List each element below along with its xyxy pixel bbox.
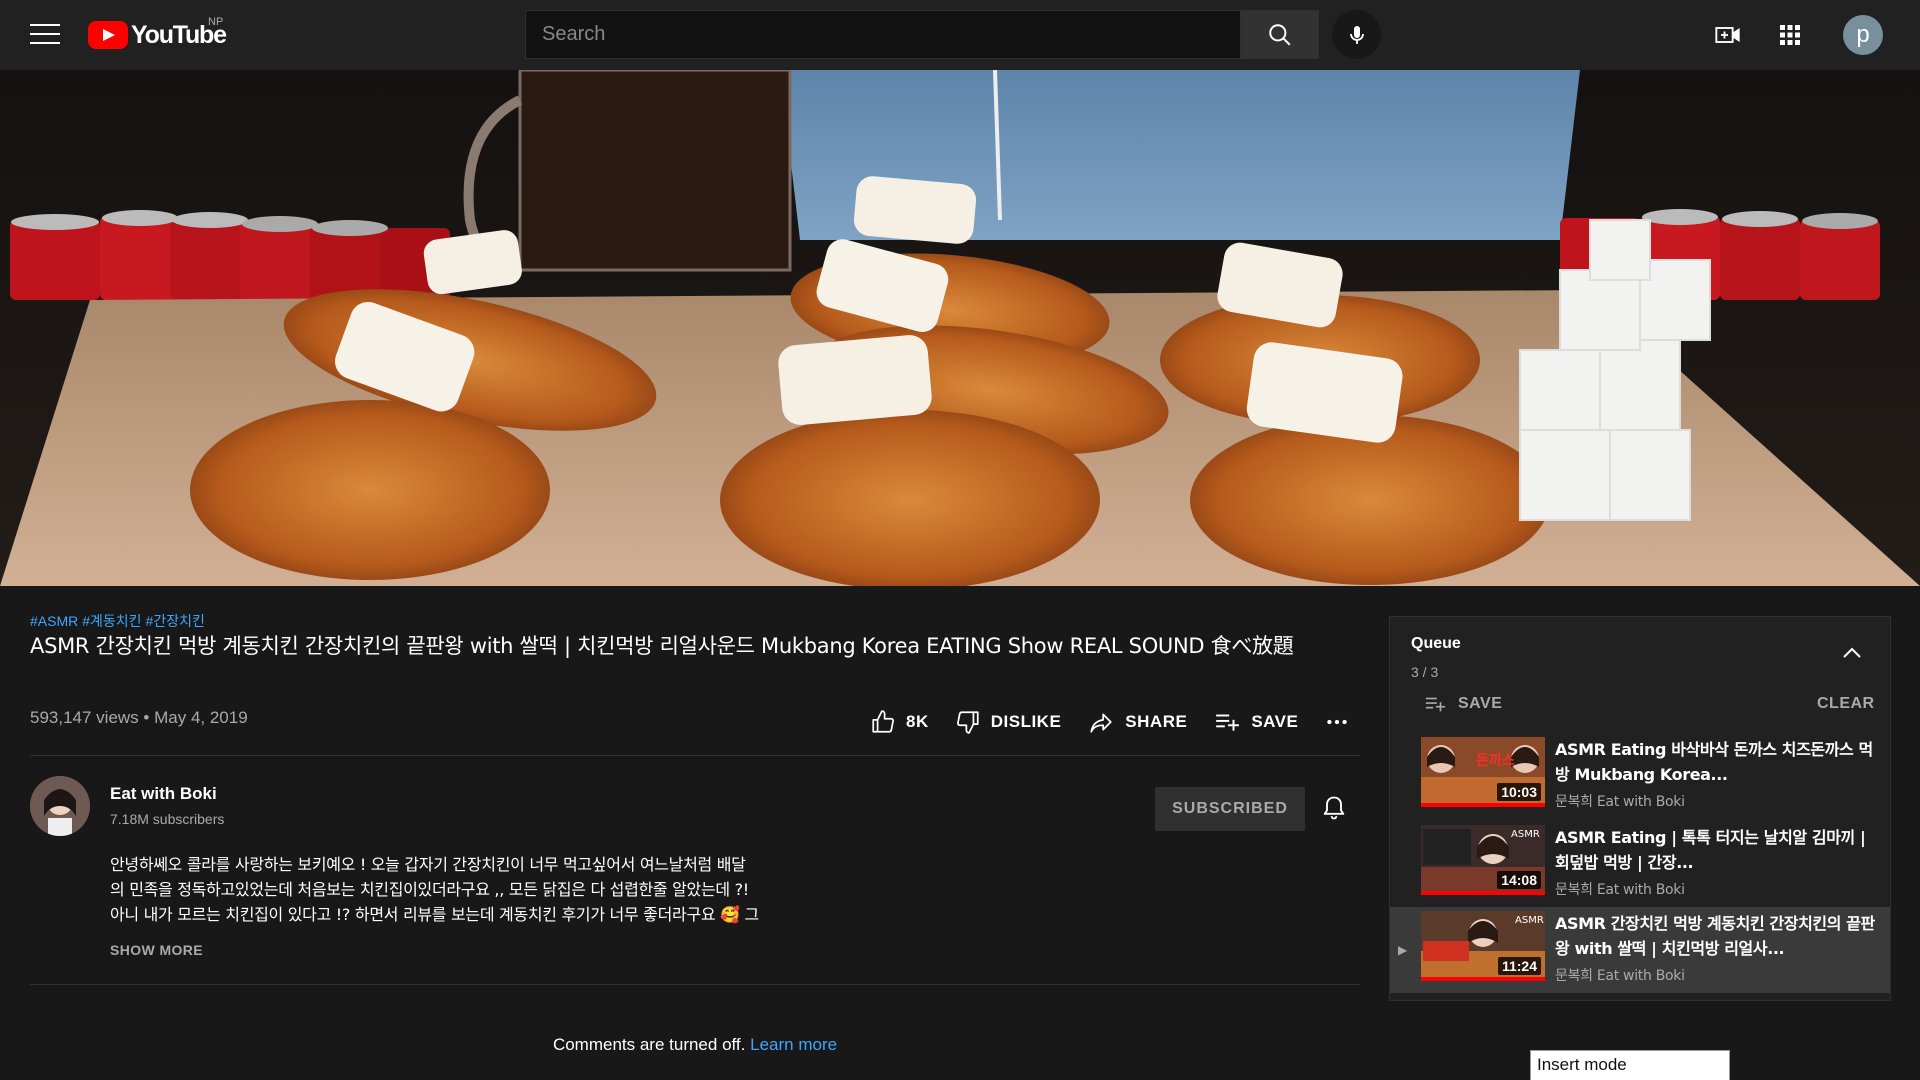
playlist-add-icon (1425, 697, 1446, 712)
thumbs-up-icon (872, 710, 894, 733)
dislike-label: DISLIKE (990, 712, 1062, 731)
divider (30, 984, 1360, 985)
video-description: 안녕하쎄오 콜라를 사랑하는 보키예오 ! 오늘 갑자기 간장치킨이 너무 먹고… (110, 855, 759, 924)
comments-off-text: Comments are turned off. (552, 1035, 746, 1054)
queue-panel: Queue 3 / 3 SAVE CLEAR 돈까스 10:03 ASMR Ea… (1389, 616, 1891, 1001)
queue-video-channel: 문복희 Eat with Boki (1555, 968, 1685, 984)
hashtag-link[interactable]: #간장치킨 (146, 613, 205, 629)
queue-save-label: SAVE (1458, 695, 1503, 712)
search-button[interactable] (1241, 10, 1319, 59)
video-duration: 11:24 (1497, 957, 1541, 975)
view-count: 593,147 views (30, 708, 139, 727)
youtube-logo[interactable]: YouTube (88, 21, 227, 49)
save-button[interactable]: SAVE (1213, 709, 1298, 735)
video-thumbnail: 돈까스 10:03 (1421, 737, 1545, 807)
queue-title: Queue (1411, 635, 1461, 652)
save-label: SAVE (1251, 712, 1299, 731)
notification-bell-icon[interactable] (1320, 793, 1348, 828)
account-avatar[interactable]: p (1843, 15, 1883, 55)
like-count: 8K (906, 712, 929, 731)
dislike-button[interactable]: DISLIKE (955, 709, 1062, 735)
queue-item[interactable]: 돈까스 10:03 ASMR Eating 바삭바삭 돈까스 치즈돈까스 먹방 … (1390, 733, 1890, 819)
queue-clear-button[interactable]: CLEAR (1817, 695, 1875, 713)
hashtags: #ASMR #계동치킨 #간장치킨 (30, 611, 209, 631)
queue-item-current[interactable]: ▶ ASMR 11:24 ASMR 간장치킨 먹방 계동치킨 간장치킨의 끝판왕… (1390, 907, 1890, 993)
playlist-add-icon (1216, 714, 1240, 731)
video-title: ASMR 간장치킨 먹방 계동치킨 간장치킨의 끝판왕 with 쌀떡 | 치킨… (30, 634, 1294, 658)
channel-avatar[interactable] (30, 776, 90, 836)
video-actions: 8K DISLIKE SHARE SAVE (870, 704, 1350, 740)
learn-more-link[interactable]: Learn more (750, 1035, 837, 1054)
queue-count: 3 / 3 (1411, 664, 1439, 680)
subscriber-count: 7.18M subscribers (110, 811, 225, 827)
watch-progress-bar (1421, 803, 1545, 807)
share-button[interactable]: SHARE (1087, 709, 1187, 735)
queue-video-title: ASMR Eating 바삭바삭 돈까스 치즈돈까스 먹방 Mukbang Ko… (1555, 740, 1873, 784)
like-button[interactable]: 8K (870, 709, 929, 735)
thumbnail-caption: ASMR (1511, 829, 1540, 840)
chevron-up-icon[interactable] (1842, 645, 1862, 664)
video-duration: 14:08 (1497, 871, 1541, 889)
video-thumbnail: ASMR 11:24 (1421, 911, 1545, 981)
channel-name[interactable]: Eat with Boki (110, 784, 217, 804)
play-logo-icon (88, 21, 128, 49)
mic-icon (1349, 25, 1364, 44)
insert-mode-indicator: Insert mode (1530, 1050, 1730, 1080)
masthead: YouTube NP p (0, 0, 1920, 70)
apps-grid-icon[interactable] (1775, 20, 1805, 50)
thumbs-down-icon (956, 711, 979, 734)
queue-video-channel: 문복희 Eat with Boki (1555, 794, 1685, 810)
create-video-icon[interactable] (1713, 20, 1743, 50)
queue-item[interactable]: ASMR 14:08 ASMR Eating | 톡톡 터지는 날치알 김마끼 … (1390, 821, 1890, 907)
search-icon (1269, 23, 1291, 45)
voice-search-button[interactable] (1332, 10, 1381, 59)
subscribe-button[interactable]: SUBSCRIBED (1155, 787, 1305, 831)
queue-video-channel: 문복희 Eat with Boki (1555, 882, 1685, 898)
watch-progress-bar (1421, 977, 1545, 981)
now-playing-icon: ▶ (1398, 943, 1408, 957)
hashtag-link[interactable]: #ASMR (30, 613, 78, 629)
show-more-button[interactable]: SHOW MORE (110, 942, 203, 958)
watch-progress-bar (1421, 891, 1545, 895)
thumbnail-caption: 돈까스 (1476, 753, 1515, 769)
meta-separator: • (143, 708, 155, 727)
menu-icon[interactable] (30, 24, 60, 46)
search-input[interactable] (525, 10, 1241, 59)
video-thumbnail: ASMR 14:08 (1421, 825, 1545, 895)
upload-date: May 4, 2019 (154, 708, 248, 727)
video-duration: 10:03 (1497, 783, 1541, 801)
hashtag-link[interactable]: #계동치킨 (82, 613, 141, 629)
thumbnail-caption: ASMR (1515, 915, 1544, 926)
share-icon (1090, 713, 1112, 733)
video-player[interactable] (0, 70, 1920, 586)
queue-save-button[interactable]: SAVE (1422, 693, 1502, 715)
queue-video-title: ASMR 간장치킨 먹방 계동치킨 간장치킨의 끝판왕 with 쌀떡 | 치킨… (1555, 914, 1875, 958)
region-code: NP (208, 16, 224, 28)
more-actions-icon[interactable] (1324, 709, 1350, 735)
queue-video-title: ASMR Eating | 톡톡 터지는 날치알 김마끼 | 회덮밥 먹방 | … (1555, 828, 1866, 872)
share-label: SHARE (1125, 712, 1188, 731)
divider (30, 755, 1360, 756)
video-frame (0, 70, 1920, 586)
video-meta: 593,147 views • May 4, 2019 (30, 708, 248, 728)
comments-status: Comments are turned off. Learn more (0, 1035, 1390, 1055)
